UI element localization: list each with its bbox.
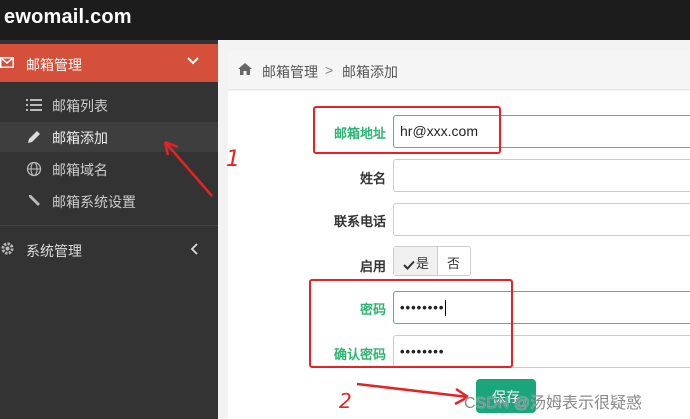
sidebar-item-label: 邮箱系统设置 [52, 194, 136, 210]
sidebar-divider [0, 225, 218, 226]
sidebar-item-mailbox-list[interactable]: 邮箱列表 [0, 90, 218, 120]
enable-yes-label: 是 [416, 256, 430, 271]
name-label: 姓名 [359, 171, 386, 186]
enable-no-option[interactable]: 否 [438, 247, 470, 275]
home-icon[interactable] [238, 63, 252, 75]
sidebar-menu-label: 邮箱管理 [26, 57, 82, 73]
annotation-box-password [309, 279, 513, 368]
list-icon [26, 99, 42, 111]
top-bar: ewomail.com [0, 0, 690, 40]
sidebar-menu-label: 系统管理 [26, 243, 82, 259]
breadcrumb-separator: > [325, 62, 334, 78]
breadcrumb-item-mailbox-add: 邮箱添加 [342, 64, 398, 80]
annotation-box-email [313, 106, 501, 154]
sidebar-menu-mail-management[interactable]: 邮箱管理 [0, 44, 218, 82]
breadcrumb: 邮箱管理 > 邮箱添加 [228, 50, 690, 90]
sidebar-item-label: 邮箱域名 [52, 162, 108, 178]
sidebar-item-mailbox-domain[interactable]: 邮箱域名 [0, 154, 218, 184]
enable-label: 启用 [359, 259, 386, 274]
envelope-icon [0, 57, 14, 68]
gear-icon [1, 242, 14, 255]
name-input[interactable] [393, 159, 690, 192]
pencil-icon [28, 131, 40, 143]
phone-label: 联系电话 [333, 214, 386, 229]
brand-logo[interactable]: ewomail.com [4, 6, 132, 29]
sidebar: 邮箱管理 邮箱列表 邮箱添加 邮箱域名 邮箱系统设置 系统管理 [0, 40, 218, 419]
breadcrumb-item-mail-management[interactable]: 邮箱管理 [262, 62, 318, 82]
sidebar-menu-system-management[interactable]: 系统管理 [0, 232, 218, 266]
sidebar-item-mailbox-add[interactable]: 邮箱添加 [0, 122, 218, 152]
wrench-icon [29, 195, 40, 206]
enable-yes-option[interactable]: 是 [394, 247, 438, 275]
check-icon [403, 260, 415, 270]
globe-icon [26, 161, 42, 177]
enable-no-label: 否 [447, 256, 461, 271]
sidebar-item-label: 邮箱添加 [52, 130, 108, 146]
sidebar-item-label: 邮箱列表 [52, 98, 108, 114]
phone-input[interactable] [393, 203, 690, 236]
enable-toggle[interactable]: 是 否 [393, 246, 471, 276]
chevron-left-icon [190, 243, 198, 255]
chevron-down-icon [187, 57, 199, 65]
watermark: CSDN @汤姆表示很疑惑 [464, 395, 643, 412]
sidebar-item-mailbox-settings[interactable]: 邮箱系统设置 [0, 186, 218, 216]
